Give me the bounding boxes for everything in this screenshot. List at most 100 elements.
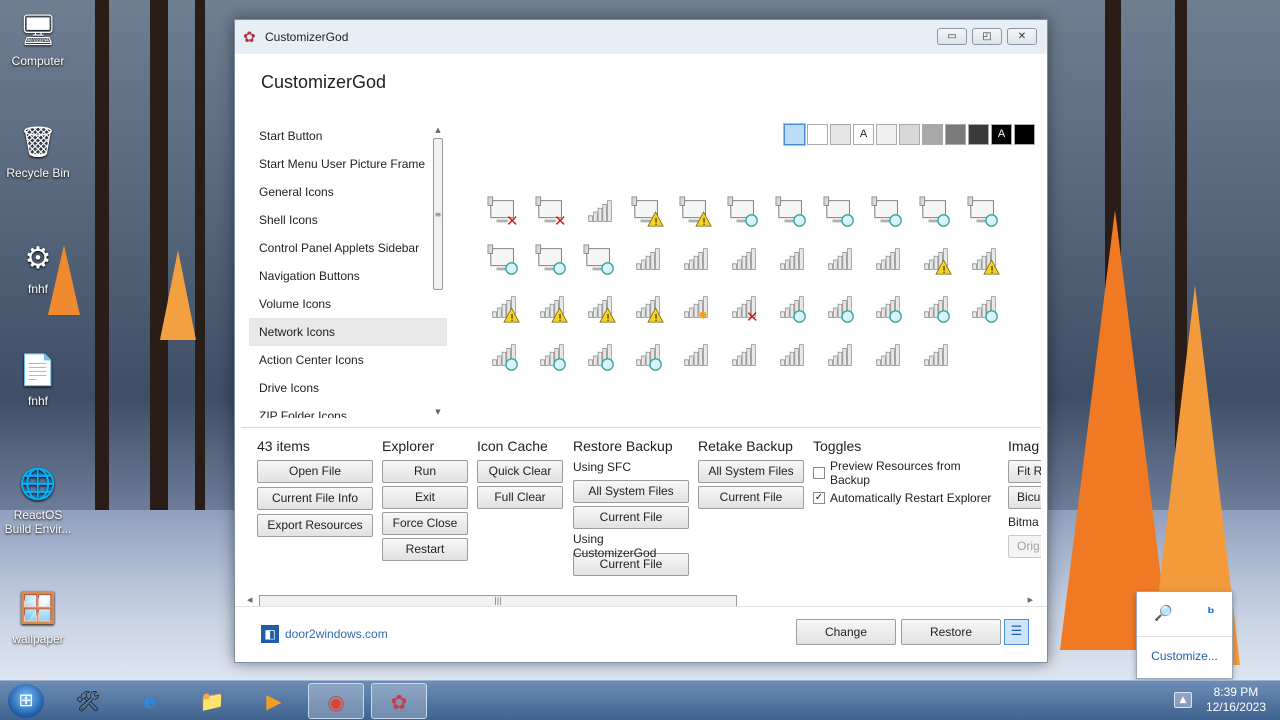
monitor-connecting-icon[interactable]: [967, 195, 1001, 229]
category-item[interactable]: Volume Icons: [249, 290, 447, 318]
restore-button[interactable]: Restore: [901, 619, 1001, 645]
background-swatch[interactable]: [922, 124, 943, 145]
tools-taskbar-icon[interactable]: 🛠: [60, 683, 116, 719]
signal-connecting-icon[interactable]: [967, 291, 1001, 325]
signal-bars-icon[interactable]: [823, 243, 857, 277]
signal-bars-icon[interactable]: [871, 243, 905, 277]
signal-connecting-icon[interactable]: [583, 339, 617, 373]
signal-bars-icon[interactable]: [871, 339, 905, 373]
signal-warning-icon[interactable]: !: [967, 243, 1001, 277]
full-clear-button[interactable]: Full Clear: [477, 486, 563, 509]
signal-star-icon[interactable]: ✸: [679, 291, 713, 325]
background-swatch[interactable]: [1014, 124, 1035, 145]
signal-bars-icon[interactable]: [775, 243, 809, 277]
signal-warning-icon[interactable]: !: [583, 291, 617, 325]
monitor-error-icon[interactable]: ✕: [535, 195, 569, 230]
monitor-warning-icon[interactable]: !: [631, 195, 665, 229]
explorer-run-button[interactable]: Run: [382, 460, 468, 483]
category-item[interactable]: Drive Icons: [249, 374, 447, 402]
search-tray-icon[interactable]: 🔎: [1154, 604, 1173, 636]
start-button-icon[interactable]: ⊞: [8, 684, 44, 718]
monitor-connecting-icon[interactable]: [487, 243, 521, 277]
chrome-taskbar-icon[interactable]: ◉: [308, 683, 364, 719]
signal-bars-icon[interactable]: [823, 339, 857, 373]
preview-resources-toggle[interactable]: Preview Resources from Backup: [813, 459, 1003, 487]
background-swatch[interactable]: [807, 124, 828, 145]
customize-link[interactable]: Customize...: [1137, 636, 1232, 679]
monitor-connecting-icon[interactable]: [583, 243, 617, 277]
background-swatch[interactable]: [830, 124, 851, 145]
desktop-icon-reactos-build[interactable]: 🌐 ReactOS Build Envir...: [0, 464, 76, 537]
category-item[interactable]: Control Panel Applets Sidebar: [249, 234, 447, 262]
internet-explorer-taskbar-icon[interactable]: e: [122, 683, 178, 719]
change-button[interactable]: Change: [796, 619, 896, 645]
signal-warning-icon[interactable]: !: [535, 291, 569, 325]
background-swatch[interactable]: [876, 124, 897, 145]
background-swatch[interactable]: [968, 124, 989, 145]
checkbox-unchecked[interactable]: [813, 466, 825, 479]
signal-warning-icon[interactable]: !: [919, 243, 953, 277]
signal-connecting-icon[interactable]: [871, 291, 905, 325]
file-explorer-taskbar-icon[interactable]: 📁: [184, 683, 240, 719]
signal-bars-icon[interactable]: [727, 243, 761, 277]
menu-icon[interactable]: ☰: [1004, 619, 1029, 645]
signal-connecting-icon[interactable]: [487, 339, 521, 373]
monitor-connecting-icon[interactable]: [727, 195, 761, 229]
category-item[interactable]: Navigation Buttons: [249, 262, 447, 290]
background-swatch[interactable]: [945, 124, 966, 145]
signal-connecting-icon[interactable]: [823, 291, 857, 325]
scrollbar-thumb[interactable]: ≡: [433, 138, 443, 290]
signal-bars-icon[interactable]: [775, 339, 809, 373]
close-button[interactable]: ✕: [1007, 28, 1037, 45]
explorer-force-close-button[interactable]: Force Close: [382, 512, 468, 535]
category-item[interactable]: Action Center Icons: [249, 346, 447, 374]
auto-restart-explorer-toggle[interactable]: ✓ Automatically Restart Explorer: [813, 485, 1003, 510]
monitor-connecting-icon[interactable]: [775, 195, 809, 229]
site-link[interactable]: ◧ door2windows.com: [261, 625, 388, 643]
monitor-warning-icon[interactable]: !: [679, 195, 713, 229]
quick-clear-button[interactable]: Quick Clear: [477, 460, 563, 483]
category-scrollbar[interactable]: ▲ ≡ ▼: [431, 126, 445, 416]
signal-warning-icon[interactable]: !: [631, 291, 665, 325]
scroll-right-arrow-icon[interactable]: ▶: [1028, 593, 1033, 607]
maximize-button[interactable]: ◰: [972, 28, 1002, 45]
checkbox-checked[interactable]: ✓: [813, 491, 825, 504]
signal-connecting-icon[interactable]: [631, 339, 665, 373]
signal-warning-icon[interactable]: !: [487, 291, 521, 325]
open-file-button[interactable]: Open File: [257, 460, 373, 483]
category-item-selected[interactable]: Network Icons: [249, 318, 447, 346]
title-bar[interactable]: ✿ CustomizerGod: [235, 20, 1047, 54]
retake-all-system-files-button[interactable]: All System Files: [698, 460, 804, 483]
monitor-connecting-icon[interactable]: [919, 195, 953, 229]
signal-bars-icon[interactable]: [631, 243, 665, 277]
media-player-taskbar-icon[interactable]: ▶: [246, 683, 302, 719]
bing-tray-icon[interactable]: ᵇ: [1208, 604, 1215, 636]
category-item[interactable]: Start Button: [249, 122, 447, 150]
signal-connecting-icon[interactable]: [775, 291, 809, 325]
original-button[interactable]: Orig: [1008, 535, 1041, 558]
current-file-info-button[interactable]: Current File Info: [257, 487, 373, 510]
bicubic-button[interactable]: Bicu: [1008, 486, 1041, 509]
monitor-connecting-icon[interactable]: [823, 195, 857, 229]
category-item[interactable]: Shell Icons: [249, 206, 447, 234]
signal-bars-icon[interactable]: [679, 339, 713, 373]
scroll-down-arrow-icon[interactable]: ▼: [431, 408, 445, 420]
background-swatch[interactable]: A: [991, 124, 1012, 145]
desktop-icon-computer[interactable]: 🖥 Computer: [0, 10, 76, 69]
sfc-current-file-button[interactable]: Current File: [573, 506, 689, 529]
desktop-icon-recycle-bin[interactable]: 🗑 Recycle Bin: [0, 122, 76, 181]
signal-bars-icon[interactable]: [583, 195, 617, 229]
monitor-error-icon[interactable]: ✕: [487, 195, 521, 230]
signal-connecting-icon[interactable]: [919, 291, 953, 325]
monitor-connecting-icon[interactable]: [535, 243, 569, 277]
retake-current-file-button[interactable]: Current File: [698, 486, 804, 509]
fit-resize-button[interactable]: Fit R: [1008, 460, 1041, 483]
desktop-icon-fnhf-settings[interactable]: ⚙ fnhf: [0, 238, 76, 297]
scroll-up-arrow-icon[interactable]: ▲: [431, 126, 445, 138]
category-item[interactable]: General Icons: [249, 178, 447, 206]
export-resources-button[interactable]: Export Resources: [257, 514, 373, 537]
panel-horizontal-scrollbar[interactable]: ◀ ||| ▶: [245, 593, 1035, 607]
sfc-all-system-files-button[interactable]: All System Files: [573, 480, 689, 503]
signal-connecting-icon[interactable]: [535, 339, 569, 373]
category-item[interactable]: ZIP Folder Icons: [249, 402, 447, 418]
